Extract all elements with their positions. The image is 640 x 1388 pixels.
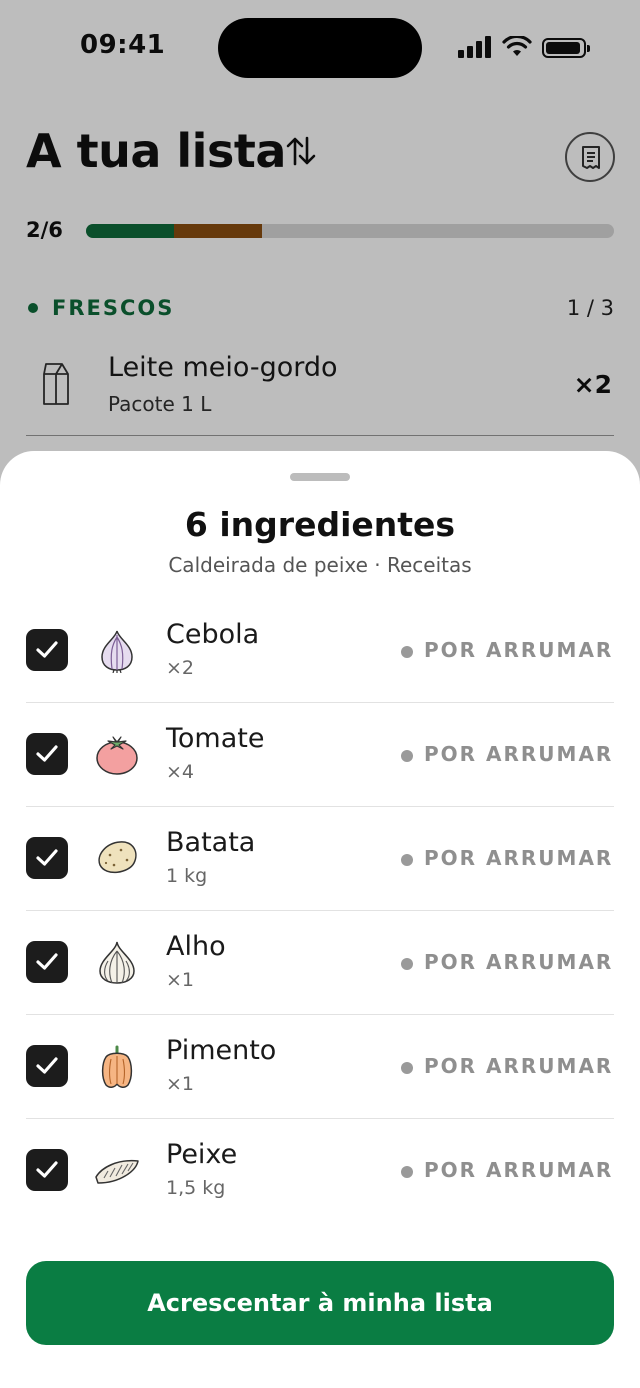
ingredient-checkbox[interactable] [26, 837, 68, 879]
ingredient-name: Batata [166, 827, 256, 858]
tomato-icon [96, 736, 138, 775]
ingredient-qty: ×4 [166, 761, 195, 783]
ingredient-qty: ×2 [166, 657, 195, 679]
ingredient-checkbox[interactable] [26, 941, 68, 983]
ingredient-name: Pimento [166, 1035, 277, 1066]
ingredient-name: Cebola [166, 619, 260, 650]
status-dot [401, 646, 413, 658]
ingredient-row[interactable]: Tomate ×4 POR ARRUMAR [0, 703, 640, 807]
status-badge: POR ARRUMAR [424, 742, 614, 766]
ingredient-name: Alho [166, 931, 226, 962]
status-badge: POR ARRUMAR [424, 638, 614, 662]
ingredient-row[interactable]: Alho ×1 POR ARRUMAR [0, 911, 640, 1015]
ingredient-row[interactable]: Batata 1 kg POR ARRUMAR [0, 807, 640, 911]
status-dot [401, 750, 413, 762]
ingredients-sheet: 6 ingredientes Caldeirada de peixe · Rec… [0, 451, 640, 1388]
ingredient-qty: 1,5 kg [166, 1177, 226, 1199]
onion-icon [101, 630, 133, 673]
status-badge: POR ARRUMAR [424, 950, 614, 974]
potato-icon [98, 841, 137, 874]
checkmark-icon [36, 953, 58, 970]
ingredient-checkbox[interactable] [26, 733, 68, 775]
ingredient-qty: ×1 [166, 969, 195, 991]
ingredient-row[interactable]: Pimento ×1 POR ARRUMAR [0, 1015, 640, 1119]
garlic-icon [99, 941, 135, 984]
checkmark-icon [36, 1161, 58, 1178]
ingredient-qty: 1 kg [166, 865, 208, 887]
status-dot [401, 958, 413, 970]
fish-icon [95, 1159, 139, 1184]
ingredient-checkbox[interactable] [26, 1149, 68, 1191]
ingredient-row[interactable]: Peixe 1,5 kg POR ARRUMAR [0, 1119, 640, 1223]
ingredient-qty: ×1 [166, 1073, 195, 1095]
status-dot [401, 854, 413, 866]
checkmark-icon [36, 849, 58, 866]
sheet-subtitle: Caldeirada de peixe · Receitas [168, 553, 472, 577]
checkmark-icon [36, 1057, 58, 1074]
ingredient-checkbox[interactable] [26, 1045, 68, 1087]
status-badge: POR ARRUMAR [424, 1054, 614, 1078]
pepper-icon [101, 1045, 133, 1088]
ingredient-row[interactable]: Cebola ×2 POR ARRUMAR [0, 599, 640, 703]
status-badge: POR ARRUMAR [424, 846, 614, 870]
ingredient-list: Cebola ×2 POR ARRUMAR Tomate ×4 POR ARRU… [0, 599, 640, 1223]
ingredient-name: Peixe [166, 1139, 238, 1170]
checkmark-icon [36, 641, 58, 658]
sheet-handle[interactable] [290, 473, 350, 481]
add-to-list-button[interactable]: Acrescentar à minha lista [26, 1261, 614, 1345]
status-dot [401, 1166, 413, 1178]
ingredient-name: Tomate [166, 723, 265, 754]
ingredient-checkbox[interactable] [26, 629, 68, 671]
status-badge: POR ARRUMAR [424, 1158, 614, 1182]
checkmark-icon [36, 745, 58, 762]
status-dot [401, 1062, 413, 1074]
sheet-title: 6 ingredientes [184, 505, 456, 544]
